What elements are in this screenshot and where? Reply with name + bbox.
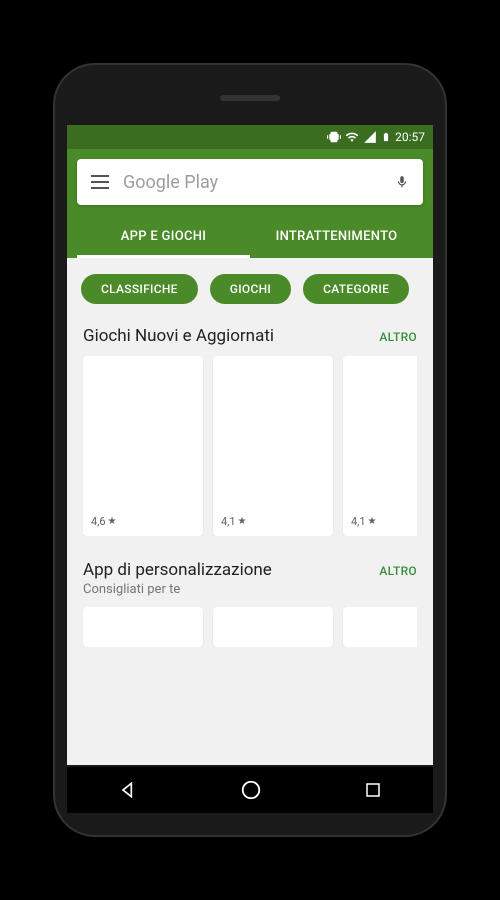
- phone-frame: 20:57 Google Play APP E GIOCHI INTRATTEN…: [55, 65, 445, 835]
- card-rating: 4,6★: [83, 515, 203, 528]
- section-title: Giochi Nuovi e Aggiornati: [83, 326, 274, 346]
- section-new-games: Giochi Nuovi e Aggiornati ALTRO 4,6★ 4,1…: [67, 320, 433, 536]
- app-card[interactable]: [343, 607, 417, 647]
- app-card[interactable]: 4,6★: [83, 356, 203, 536]
- mic-icon[interactable]: [395, 172, 409, 192]
- status-bar: 20:57: [67, 125, 433, 149]
- app-card[interactable]: 4,1★: [343, 356, 417, 536]
- app-header: Google Play APP E GIOCHI INTRATTENIMENTO: [67, 149, 433, 258]
- star-icon: ★: [238, 516, 247, 527]
- chip-charts[interactable]: CLASSIFICHE: [81, 274, 198, 304]
- card-row[interactable]: [83, 607, 417, 647]
- chip-categories[interactable]: CATEGORIE: [303, 274, 409, 304]
- phone-speaker: [220, 95, 280, 101]
- search-placeholder: Google Play: [123, 172, 381, 193]
- tab-apps-games[interactable]: APP E GIOCHI: [77, 215, 250, 258]
- section-header: App di personalizzazione Consigliati per…: [83, 560, 417, 597]
- star-icon: ★: [108, 516, 117, 527]
- more-link[interactable]: ALTRO: [379, 564, 417, 578]
- card-row[interactable]: 4,6★ 4,1★ 4,1★: [83, 356, 417, 536]
- android-navbar: [67, 767, 433, 813]
- vibrate-icon: [327, 130, 341, 144]
- screen: 20:57 Google Play APP E GIOCHI INTRATTEN…: [67, 125, 433, 765]
- back-icon[interactable]: [118, 780, 138, 800]
- battery-icon: [381, 130, 391, 144]
- home-icon[interactable]: [240, 779, 262, 801]
- menu-icon[interactable]: [91, 175, 109, 189]
- recents-icon[interactable]: [364, 781, 382, 799]
- more-link[interactable]: ALTRO: [379, 330, 417, 344]
- section-title: App di personalizzazione: [83, 560, 272, 580]
- section-subtitle: Consigliati per te: [83, 582, 272, 597]
- filter-chips: CLASSIFICHE GIOCHI CATEGORIE: [67, 258, 433, 320]
- chip-games[interactable]: GIOCHI: [210, 274, 291, 304]
- card-rating: 4,1★: [343, 515, 417, 528]
- tab-entertainment[interactable]: INTRATTENIMENTO: [250, 215, 423, 258]
- search-bar[interactable]: Google Play: [77, 159, 423, 205]
- signal-icon: [363, 130, 377, 144]
- app-card[interactable]: [213, 607, 333, 647]
- section-personalization: App di personalizzazione Consigliati per…: [67, 554, 433, 647]
- app-card[interactable]: [83, 607, 203, 647]
- app-card[interactable]: 4,1★: [213, 356, 333, 536]
- content-area: CLASSIFICHE GIOCHI CATEGORIE Giochi Nuov…: [67, 258, 433, 765]
- wifi-icon: [345, 130, 359, 144]
- card-rating: 4,1★: [213, 515, 333, 528]
- section-header: Giochi Nuovi e Aggiornati ALTRO: [83, 326, 417, 346]
- star-icon: ★: [368, 516, 377, 527]
- main-tabs: APP E GIOCHI INTRATTENIMENTO: [77, 215, 423, 258]
- status-time: 20:57: [395, 130, 425, 144]
